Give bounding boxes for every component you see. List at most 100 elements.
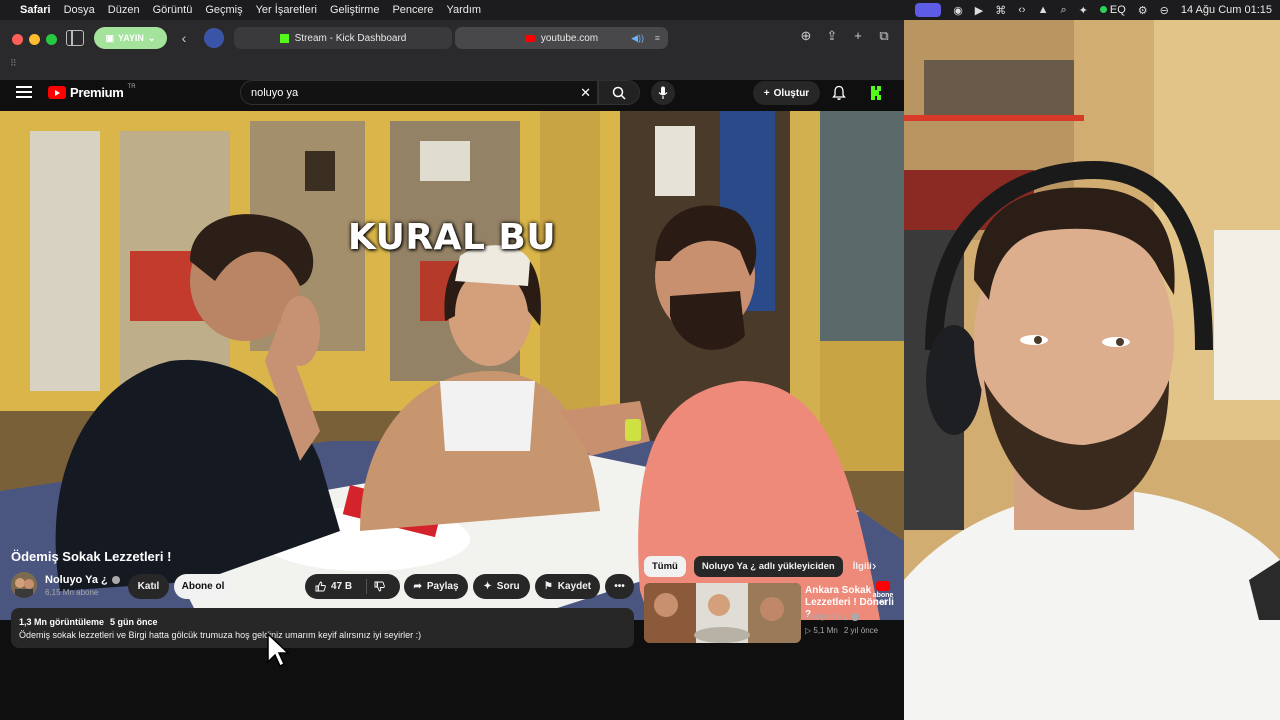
zoom-window-button[interactable] bbox=[46, 34, 57, 45]
search-icon bbox=[612, 86, 626, 100]
upload-age: 5 gün önce bbox=[110, 617, 158, 627]
recommended-meta: ▷ 5,1 Mn 2 yıl önce bbox=[805, 626, 878, 635]
cue-icon[interactable]: ⌘ bbox=[995, 4, 1006, 17]
tab-overview-icon[interactable]: ⧉ bbox=[876, 28, 892, 44]
sparkle-icon[interactable]: ✦ bbox=[1079, 4, 1088, 17]
plus-icon: + bbox=[763, 87, 770, 99]
video-caption-text: KURAL BU bbox=[347, 217, 557, 258]
create-button[interactable]: + Oluştur bbox=[753, 81, 820, 105]
spotlight-icon[interactable]: ⌕ bbox=[1060, 4, 1066, 17]
like-button[interactable]: 47 B bbox=[315, 581, 352, 592]
menu-file[interactable]: Dosya bbox=[64, 4, 95, 16]
obs-icon[interactable]: ◉ bbox=[953, 4, 963, 17]
kick-favicon-icon bbox=[279, 33, 289, 43]
subscriber-count: 6,15 Mn abone bbox=[45, 588, 99, 597]
chip-related[interactable]: İlgili bbox=[851, 556, 873, 577]
sidebar-toggle-icon[interactable] bbox=[66, 30, 84, 46]
tab-kick-dashboard[interactable]: Stream - Kick Dashboard bbox=[234, 27, 452, 49]
sparkle-ai-icon: ✦ bbox=[483, 581, 492, 592]
chips-next-arrow-icon[interactable]: › bbox=[872, 558, 876, 573]
thumbs-down-icon[interactable] bbox=[374, 581, 385, 592]
webcam-feed bbox=[904, 20, 1280, 720]
eq-status[interactable]: EQ bbox=[1099, 4, 1126, 16]
verified-badge-icon bbox=[111, 576, 120, 584]
search-button[interactable] bbox=[598, 80, 640, 105]
thumbs-up-icon bbox=[315, 581, 326, 592]
close-window-button[interactable] bbox=[12, 34, 23, 45]
view-count: 1,3 Mn görüntüleme bbox=[19, 617, 105, 627]
recommended-views: ▷ 5,1 Mn bbox=[805, 626, 838, 635]
recommended-age: 2 yıl önce bbox=[843, 626, 879, 635]
status-area: ◉ ▶ ⌘ ‹› ▲ ⌕ ✦ EQ ⚙ ⊖ 14 Ağu Cum 01:15 bbox=[915, 3, 1272, 17]
hamburger-menu-icon[interactable] bbox=[16, 86, 32, 98]
tab-menu-icon[interactable]: ≡ bbox=[655, 33, 660, 43]
back-button[interactable]: ‹ bbox=[174, 28, 194, 48]
related-filter-chips: Tümü Noluyo Ya ¿ adlı yükleyiciden İlgil… bbox=[644, 556, 873, 577]
more-actions-button[interactable]: ••• bbox=[605, 574, 634, 599]
chevron-down-icon: ⌄ bbox=[147, 32, 156, 43]
menu-develop[interactable]: Geliştirme bbox=[330, 4, 380, 16]
code-icon[interactable]: ‹› bbox=[1018, 4, 1025, 16]
screen-share-icon[interactable] bbox=[915, 3, 942, 17]
tab-youtube[interactable]: youtube.com ◀)) ≡ bbox=[455, 27, 668, 49]
ask-button[interactable]: ✦ Soru bbox=[473, 574, 530, 599]
youtube-premium-logo[interactable]: Premium TR bbox=[48, 84, 136, 100]
webcam-scene bbox=[904, 20, 1280, 720]
mouse-cursor-icon bbox=[267, 632, 290, 668]
search-box[interactable]: ✕ bbox=[240, 80, 598, 105]
recommended-channel[interactable]: Noluyo Ya ¿ bbox=[805, 612, 860, 621]
notifications-bell-icon[interactable] bbox=[831, 85, 847, 101]
description-box[interactable]: 1,3 Mn görüntüleme 5 gün önce Ödemiş sok… bbox=[11, 608, 634, 648]
share-button[interactable]: ➦ Paylaş bbox=[404, 574, 468, 599]
more-horizontal-icon: ••• bbox=[614, 581, 625, 592]
join-button[interactable]: Katıl bbox=[128, 574, 169, 599]
clear-search-icon[interactable]: ✕ bbox=[580, 85, 591, 101]
menu-app-safari[interactable]: Safari bbox=[20, 4, 51, 16]
eq-dot-icon bbox=[1099, 6, 1107, 13]
share-icon[interactable]: ⇪ bbox=[824, 28, 840, 44]
search-input[interactable] bbox=[251, 86, 571, 100]
youtube-favicon-icon bbox=[524, 34, 535, 42]
audio-playing-icon[interactable]: ◀)) bbox=[631, 33, 644, 44]
kick-extension-icon[interactable] bbox=[870, 85, 884, 101]
menu-help[interactable]: Yardım bbox=[446, 4, 481, 16]
menu-bookmarks[interactable]: Yer İşaretleri bbox=[256, 4, 317, 16]
channel-avatar[interactable] bbox=[11, 572, 37, 598]
menubar-clock[interactable]: 14 Ağu Cum 01:15 bbox=[1181, 4, 1272, 16]
description-meta: 1,3 Mn görüntüleme 5 gün önce bbox=[19, 617, 158, 627]
bookmarks-bar-grip-icon[interactable]: ⠿ bbox=[10, 58, 17, 69]
play-status-icon[interactable]: ▶ bbox=[975, 4, 983, 17]
menu-history[interactable]: Geçmiş bbox=[205, 4, 242, 16]
video-player[interactable]: KURAL BU abone ol bbox=[0, 111, 904, 620]
safari-toolbar: ▣ YAYIN ⌄ ‹ Stream - Kick Dashboard yout… bbox=[0, 20, 904, 80]
microphone-icon bbox=[658, 86, 668, 99]
menu-view[interactable]: Görüntü bbox=[153, 4, 193, 16]
extension-icon[interactable] bbox=[204, 28, 224, 48]
youtube-page: Premium TR ✕ + Oluştur bbox=[0, 80, 904, 720]
profile-button[interactable]: ▣ YAYIN ⌄ bbox=[94, 27, 167, 49]
macos-menubar: Safari Dosya Düzen Görüntü Geçmiş Yer İş… bbox=[0, 0, 1280, 20]
bookmark-icon: ⚑ bbox=[543, 581, 553, 592]
subscribe-button[interactable]: Abone ol bbox=[174, 574, 232, 599]
description-text: Ödemiş sokak lezzetleri ve Birgi hatta g… bbox=[19, 630, 422, 640]
chip-all[interactable]: Tümü bbox=[644, 556, 686, 577]
channel-name[interactable]: Noluyo Ya ¿ bbox=[45, 574, 120, 586]
like-count: 47 B bbox=[331, 581, 353, 592]
downloads-icon[interactable]: ⊕ bbox=[798, 28, 814, 44]
new-tab-icon[interactable]: + bbox=[850, 28, 866, 44]
recommended-video-thumbnail[interactable] bbox=[644, 583, 801, 643]
menu-window[interactable]: Pencere bbox=[392, 4, 433, 16]
save-button[interactable]: ⚑ Kaydet bbox=[535, 574, 600, 599]
share-arrow-icon: ➦ bbox=[413, 581, 422, 592]
voice-search-button[interactable] bbox=[651, 81, 675, 105]
vpn-icon[interactable]: ▲ bbox=[1038, 4, 1049, 16]
chip-from-uploader[interactable]: Noluyo Ya ¿ adlı yükleyiciden bbox=[693, 556, 843, 577]
menu-edit[interactable]: Düzen bbox=[108, 4, 140, 16]
safari-actions: ⊕ ⇪ + ⧉ bbox=[798, 28, 892, 44]
youtube-masthead: Premium TR ✕ + Oluştur bbox=[0, 80, 904, 110]
focus-icon[interactable]: ⊖ bbox=[1160, 4, 1169, 17]
profile-icon: ▣ bbox=[105, 32, 115, 43]
control-center-icon[interactable]: ⚙ bbox=[1138, 4, 1148, 17]
minimize-window-button[interactable] bbox=[29, 34, 40, 45]
recommended-verified-icon bbox=[851, 612, 860, 621]
